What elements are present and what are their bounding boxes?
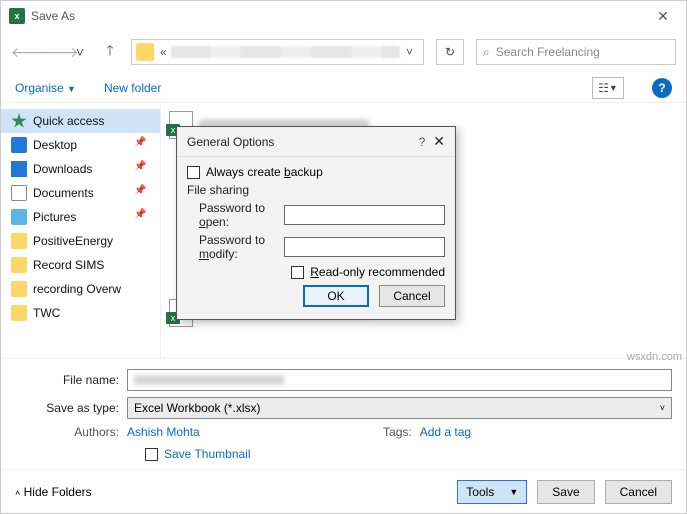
save-properties-panel: File name: Save as type: Excel Workbook … <box>1 358 686 469</box>
password-modify-label: Password to modify: <box>187 233 278 261</box>
help-button[interactable]: ? <box>652 78 672 98</box>
tools-button[interactable]: Tools▼ <box>457 480 527 504</box>
dialog-cancel-button[interactable]: Cancel <box>379 285 445 307</box>
save-thumbnail-label[interactable]: Save Thumbnail <box>164 447 251 461</box>
organise-button[interactable]: Organise ▼ <box>15 81 76 95</box>
folder-icon <box>11 281 27 297</box>
sidebar-item-label: Desktop <box>33 138 77 152</box>
sidebar-item-label: Pictures <box>33 210 76 224</box>
dialog-titlebar: General Options ? ✕ <box>177 127 455 157</box>
pictures-icon <box>11 209 27 225</box>
sidebar-item-label: recording Overw <box>33 282 121 296</box>
sidebar-item-pictures[interactable]: Pictures 📌 <box>1 205 160 229</box>
save-thumbnail-checkbox[interactable] <box>145 448 158 461</box>
authors-label: Authors: <box>15 425 127 439</box>
search-icon: ⌕ <box>483 45 490 60</box>
dialog-close-button[interactable]: ✕ <box>433 133 445 150</box>
tags-value[interactable]: Add a tag <box>420 425 471 439</box>
refresh-button[interactable]: ↻ <box>436 39 464 65</box>
sidebar-item-label: PositiveEnergy <box>33 234 113 248</box>
pin-icon: 📌 <box>134 161 150 177</box>
star-icon <box>11 113 27 129</box>
desktop-icon <box>11 137 27 153</box>
pin-icon: 📌 <box>134 137 150 153</box>
save-as-window: x Save As ✕ 🡐 🡒 ˅ 🡑 « ˅ ↻ ⌕ Search Freel… <box>0 0 687 514</box>
sidebar-item-twc[interactable]: TWC <box>1 301 160 325</box>
sidebar-item-positiveenergy[interactable]: PositiveEnergy <box>1 229 160 253</box>
sidebar-item-label: Documents <box>33 186 94 200</box>
window-title: Save As <box>31 9 648 23</box>
ok-button[interactable]: OK <box>303 285 369 307</box>
folder-icon <box>11 305 27 321</box>
address-bar[interactable]: « ˅ <box>131 39 424 65</box>
address-dropdown-icon[interactable]: ˅ <box>400 45 419 59</box>
path-text-blurred <box>171 46 400 58</box>
password-open-label: Password to open: <box>187 201 278 229</box>
file-sharing-group: File sharing <box>187 183 445 197</box>
password-modify-input[interactable] <box>284 237 445 257</box>
read-only-checkbox[interactable] <box>291 266 304 279</box>
dialog-footer: ˄ Hide Folders Tools▼ Save Cancel <box>1 469 686 513</box>
sidebar-item-label: Quick access <box>33 114 104 128</box>
save-button[interactable]: Save <box>537 480 594 504</box>
close-icon[interactable]: ✕ <box>648 8 678 25</box>
always-backup-label[interactable]: Always create backup <box>206 165 323 179</box>
file-name-input[interactable] <box>127 369 672 391</box>
folder-icon <box>11 233 27 249</box>
sidebar-item-record-sims[interactable]: Record SIMS <box>1 253 160 277</box>
documents-icon <box>11 185 27 201</box>
sidebar: Quick access Desktop 📌 Downloads 📌 Docum… <box>1 103 161 358</box>
pin-icon: 📌 <box>134 209 150 225</box>
pin-icon: 📌 <box>134 185 150 201</box>
recent-dropdown-icon[interactable]: ˅ <box>71 44 89 60</box>
password-open-input[interactable] <box>284 205 445 225</box>
forward-icon: 🡒 <box>41 44 59 61</box>
nav-bar: 🡐 🡒 ˅ 🡑 « ˅ ↻ ⌕ Search Freelancing <box>1 31 686 73</box>
chevron-down-icon: ˅ <box>660 403 665 413</box>
search-placeholder: Search Freelancing <box>496 45 600 59</box>
chevron-up-icon: ˄ <box>15 488 20 498</box>
sidebar-item-label: Downloads <box>33 162 92 176</box>
dialog-title: General Options <box>187 135 411 149</box>
save-type-value: Excel Workbook (*.xlsx) <box>134 401 260 415</box>
cancel-button[interactable]: Cancel <box>605 480 672 504</box>
sidebar-item-label: TWC <box>33 306 60 320</box>
downloads-icon <box>11 161 27 177</box>
save-type-select[interactable]: Excel Workbook (*.xlsx) ˅ <box>127 397 672 419</box>
path-separator: « <box>160 45 167 59</box>
view-options-button[interactable]: ☷ ▼ <box>592 77 624 99</box>
folder-icon <box>136 43 154 61</box>
titlebar: x Save As ✕ <box>1 1 686 31</box>
save-type-label: Save as type: <box>15 401 127 415</box>
folder-icon <box>11 257 27 273</box>
file-name-label: File name: <box>15 373 127 387</box>
read-only-label[interactable]: Read-only recommended <box>310 265 445 279</box>
back-icon[interactable]: 🡐 <box>11 44 29 61</box>
watermark: wsxdn.com <box>627 351 682 363</box>
authors-value[interactable]: Ashish Mohta <box>127 425 200 439</box>
sidebar-item-documents[interactable]: Documents 📌 <box>1 181 160 205</box>
sidebar-item-desktop[interactable]: Desktop 📌 <box>1 133 160 157</box>
sidebar-item-label: Record SIMS <box>33 258 104 272</box>
tags-label: Tags: <box>380 425 420 439</box>
dialog-help-button[interactable]: ? <box>411 135 434 149</box>
chevron-down-icon: ▼ <box>509 487 518 497</box>
search-input[interactable]: ⌕ Search Freelancing <box>476 39 676 65</box>
up-icon[interactable]: 🡑 <box>101 40 119 64</box>
sidebar-item-recording-overw[interactable]: recording Overw <box>1 277 160 301</box>
toolbar: Organise ▼ New folder ☷ ▼ ? <box>1 73 686 103</box>
chevron-down-icon: ▼ <box>67 84 76 94</box>
new-folder-button[interactable]: New folder <box>104 81 161 95</box>
sidebar-item-quick-access[interactable]: Quick access <box>1 109 160 133</box>
hide-folders-toggle[interactable]: ˄ Hide Folders <box>15 485 92 499</box>
dialog-body: Always create backup File sharing Passwo… <box>177 157 455 319</box>
always-backup-checkbox[interactable] <box>187 166 200 179</box>
general-options-dialog: General Options ? ✕ Always create backup… <box>176 126 456 320</box>
sidebar-item-downloads[interactable]: Downloads 📌 <box>1 157 160 181</box>
excel-icon: x <box>9 8 25 24</box>
